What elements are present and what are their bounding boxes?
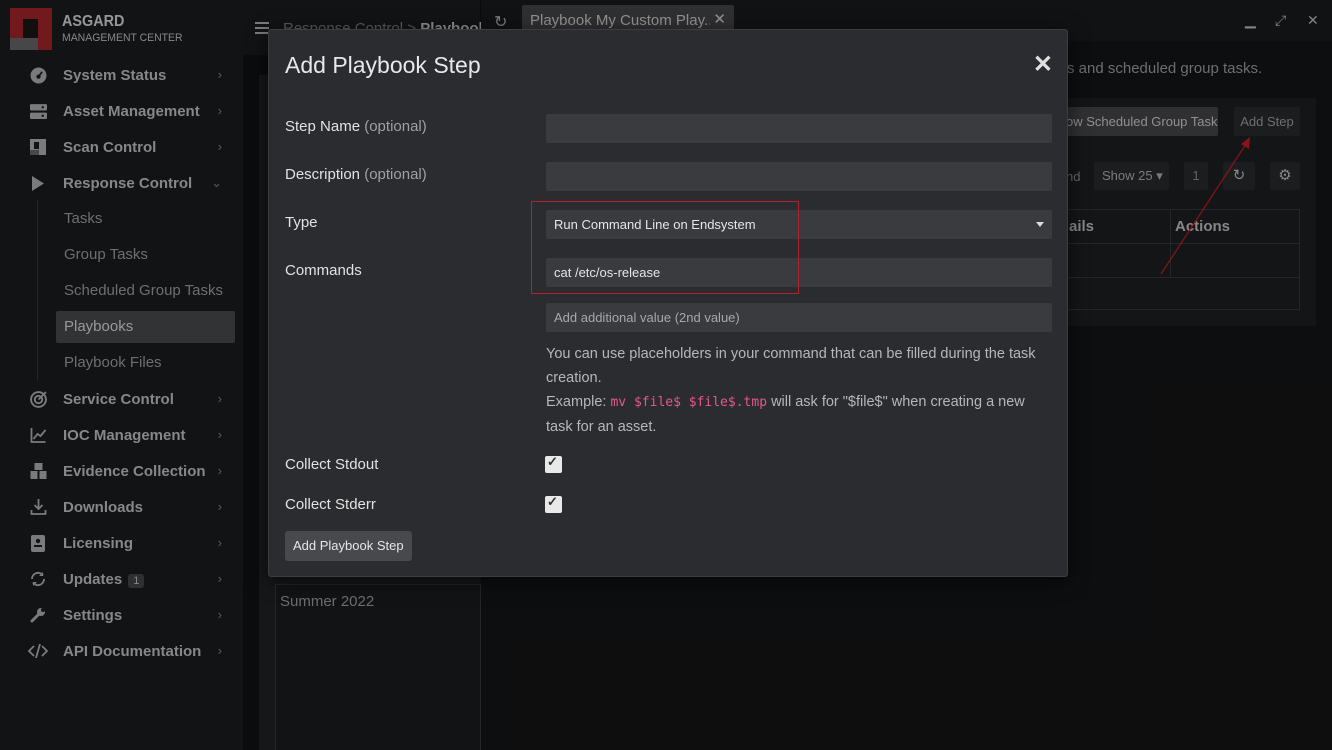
sidebar-item-label: Updates 1 xyxy=(63,570,145,588)
checkmark-icon: ✓ xyxy=(547,494,558,509)
play-icon xyxy=(28,173,48,193)
sidebar-item-system-status[interactable]: System Status › xyxy=(28,57,228,93)
find-label: nd xyxy=(1066,169,1081,184)
commands-help-text: You can use placeholders in your command… xyxy=(546,342,1052,439)
type-select[interactable]: Run Command Line on Endsystem xyxy=(546,210,1052,239)
sidebar-item-ioc-management[interactable]: IOC Management › xyxy=(28,417,228,453)
chevron-right-icon: › xyxy=(217,499,222,514)
type-select-value: Run Command Line on Endsystem xyxy=(554,217,756,232)
close-icon[interactable]: ✕ xyxy=(713,10,726,28)
updates-count-badge: 1 xyxy=(128,573,145,588)
chevron-right-icon: › xyxy=(217,103,222,118)
sidebar-item-label: Asset Management xyxy=(63,102,200,120)
sidebar-item-evidence-collection[interactable]: Evidence Collection › xyxy=(28,453,228,489)
chevron-down-icon: ⌄ xyxy=(211,175,222,190)
chevron-right-icon: › xyxy=(217,139,222,154)
description-label: Description (optional) xyxy=(285,166,427,183)
sidebar-item-service-control[interactable]: Service Control › xyxy=(28,381,228,417)
dialog-title: Add Playbook Step xyxy=(285,52,481,78)
chevron-right-icon: › xyxy=(217,535,222,550)
sidebar-item-label: System Status xyxy=(63,66,167,84)
hamburger-menu-icon[interactable] xyxy=(255,22,269,34)
column-header-details: ails xyxy=(1069,218,1095,235)
submenu-guide-line xyxy=(37,200,38,380)
sidebar-subitem-group-tasks[interactable]: Group Tasks xyxy=(56,239,235,271)
checkmark-icon: ✓ xyxy=(547,454,558,469)
sidebar-item-label: API Documentation xyxy=(63,642,202,660)
asgard-logo-icon xyxy=(10,8,52,50)
sidebar-subitem-playbook-files[interactable]: Playbook Files xyxy=(56,347,235,379)
sidebar-subitem-tasks[interactable]: Tasks xyxy=(56,203,235,235)
chevron-right-icon: › xyxy=(217,607,222,622)
download-icon xyxy=(28,497,48,517)
sidebar-item-label: Service Control xyxy=(63,390,174,408)
tab-label: Playbook My Custom Play... xyxy=(530,12,710,29)
chart-icon xyxy=(28,425,48,445)
sidebar: ASGARD MANAGEMENT CENTER System Status ›… xyxy=(0,0,243,750)
close-window-icon[interactable]: ✕ xyxy=(1307,12,1319,29)
annotation-arrow xyxy=(1160,137,1250,275)
help-line: You can use placeholders in your command… xyxy=(546,346,1036,386)
add-playbook-step-button[interactable]: Add Playbook Step xyxy=(285,531,412,561)
description-input[interactable] xyxy=(546,162,1052,191)
chevron-right-icon: › xyxy=(217,391,222,406)
page-description: s and scheduled group tasks. xyxy=(1067,60,1263,77)
help-example-code: mv $file$ $file$.tmp xyxy=(610,395,768,410)
sidebar-item-label: IOC Management xyxy=(63,426,186,444)
gear-icon[interactable]: ⚙ xyxy=(1270,162,1300,190)
app-logo[interactable]: ASGARD MANAGEMENT CENTER xyxy=(10,8,189,50)
help-example-prefix: Example: xyxy=(546,394,607,410)
sidebar-item-downloads[interactable]: Downloads › xyxy=(28,489,228,525)
boxes-icon xyxy=(28,461,48,481)
sidebar-item-api-documentation[interactable]: API Documentation › xyxy=(28,633,228,669)
chevron-right-icon: › xyxy=(217,571,222,586)
scan-icon xyxy=(28,137,48,157)
chevron-right-icon: › xyxy=(217,67,222,82)
sidebar-item-licensing[interactable]: Licensing › xyxy=(28,525,228,561)
sidebar-item-label: Licensing xyxy=(63,534,134,552)
id-card-icon xyxy=(28,533,48,553)
chevron-right-icon: › xyxy=(217,643,222,658)
page-size-label: Show 25 xyxy=(1102,168,1153,183)
type-label: Type xyxy=(285,214,318,231)
sidebar-item-label: Evidence Collection xyxy=(63,462,206,480)
minimize-icon[interactable]: ▁ xyxy=(1245,12,1256,29)
sidebar-item-scan-control[interactable]: Scan Control › xyxy=(28,129,228,165)
sidebar-item-response-control[interactable]: Response Control ⌄ xyxy=(28,165,228,201)
sidebar-item-settings[interactable]: Settings › xyxy=(28,597,228,633)
collect-stderr-checkbox[interactable]: ✓ xyxy=(545,494,562,513)
updates-label: Updates xyxy=(63,570,123,588)
wrench-icon xyxy=(28,605,48,625)
sidebar-subitem-scheduled-group-tasks[interactable]: Scheduled Group Tasks xyxy=(56,275,235,307)
sync-icon xyxy=(28,569,48,589)
additional-value-input[interactable] xyxy=(546,303,1052,332)
collect-stdout-label: Collect Stdout xyxy=(285,456,379,473)
add-playbook-step-dialog: Add Playbook Step ✕ Step Name (optional)… xyxy=(268,29,1068,577)
chevron-right-icon: › xyxy=(217,427,222,442)
gauge-icon xyxy=(28,65,48,85)
commands-input[interactable] xyxy=(546,258,1052,287)
collect-stderr-label: Collect Stderr xyxy=(285,496,376,513)
server-icon xyxy=(28,101,48,121)
sidebar-item-label: Scan Control xyxy=(63,138,157,156)
sidebar-item-label: Response Control xyxy=(63,174,193,192)
sidebar-item-asset-management[interactable]: Asset Management › xyxy=(28,93,228,129)
expand-icon[interactable]: ⤢ xyxy=(1275,12,1286,29)
commands-label: Commands xyxy=(285,262,362,279)
sidebar-item-label: Downloads xyxy=(63,498,144,516)
logo-title: ASGARD xyxy=(62,13,125,30)
code-icon xyxy=(28,641,48,661)
caret-down-icon xyxy=(1036,222,1044,227)
sidebar-subitem-playbooks[interactable]: Playbooks xyxy=(56,311,235,343)
step-name-label: Step Name (optional) xyxy=(285,118,427,135)
logo-subtitle: MANAGEMENT CENTER xyxy=(62,32,183,44)
chevron-right-icon: › xyxy=(217,463,222,478)
step-name-input[interactable] xyxy=(546,114,1052,143)
close-icon[interactable]: ✕ xyxy=(1033,50,1053,79)
sidebar-item-updates[interactable]: Updates 1 › xyxy=(28,561,228,597)
sidebar-item-label: Settings xyxy=(63,606,123,624)
collect-stdout-checkbox[interactable]: ✓ xyxy=(545,454,562,473)
target-icon xyxy=(28,389,48,409)
playbook-list-item[interactable]: Summer 2022 xyxy=(280,593,374,610)
